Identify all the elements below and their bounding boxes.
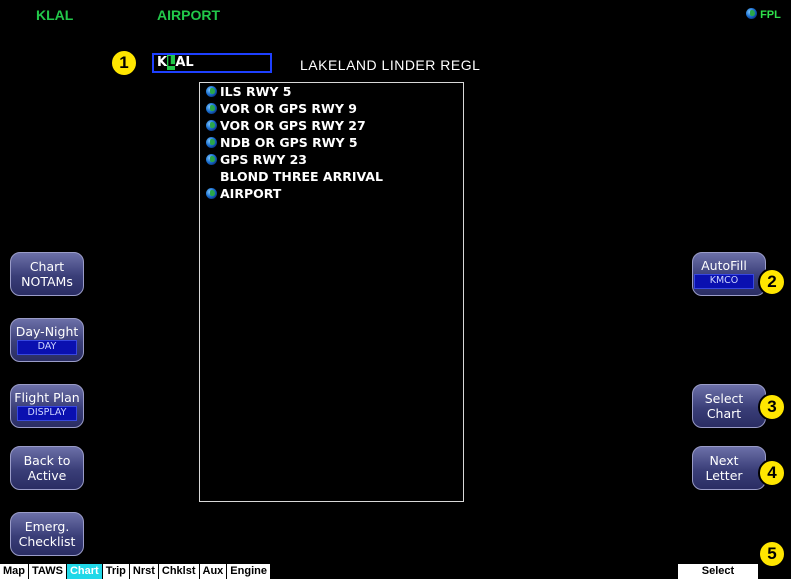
select-status-box: Select [678, 564, 758, 579]
chart-list-item[interactable]: ILS RWY 5 [206, 84, 291, 99]
callout-4: 4 [758, 459, 786, 487]
tab-map[interactable]: Map [0, 564, 29, 579]
globe-icon [206, 120, 217, 131]
chart-list-item[interactable]: BLOND THREE ARRIVAL [206, 169, 383, 184]
autofill-button[interactable]: AutoFill KMCO [692, 252, 766, 296]
chart-list[interactable]: ILS RWY 5 VOR OR GPS RWY 9 VOR OR GPS RW… [199, 82, 464, 502]
fpl-indicator: FPL [746, 8, 781, 21]
chart-list-item[interactable]: VOR OR GPS RWY 27 [206, 118, 366, 133]
chart-list-item[interactable]: NDB OR GPS RWY 5 [206, 135, 358, 150]
page-tab-bar: Map TAWS Chart Trip Nrst Chklst Aux Engi… [0, 564, 271, 579]
header-ident: KLAL [36, 7, 74, 23]
tab-nrst[interactable]: Nrst [129, 564, 159, 579]
callout-2: 2 [758, 268, 786, 296]
airport-identifier-input[interactable]: KLAL [152, 53, 272, 73]
select-chart-button[interactable]: Select Chart [692, 384, 766, 428]
ident-text-before: K [157, 55, 168, 70]
globe-icon [206, 188, 217, 199]
day-night-button[interactable]: Day-Night DAY [10, 318, 84, 362]
tab-trip[interactable]: Trip [102, 564, 130, 579]
tab-chart[interactable]: Chart [66, 564, 103, 579]
globe-icon [206, 137, 217, 148]
next-letter-button[interactable]: Next Letter [692, 446, 766, 490]
back-to-active-button[interactable]: Back to Active [10, 446, 84, 490]
page-title: AIRPORT [157, 7, 220, 23]
flight-plan-button[interactable]: Flight Plan DISPLAY [10, 384, 84, 428]
ident-text-after: AL [175, 55, 194, 70]
chart-list-item[interactable]: AIRPORT [206, 186, 281, 201]
callout-1: 1 [110, 49, 138, 77]
tab-chklst[interactable]: Chklst [158, 564, 200, 579]
chart-notams-button[interactable]: Chart NOTAMs [10, 252, 84, 296]
callout-3: 3 [758, 393, 786, 421]
fpl-label: FPL [760, 9, 781, 21]
tab-aux[interactable]: Aux [199, 564, 228, 579]
globe-icon [206, 86, 217, 97]
mfd-screen: KLAL AIRPORT FPL KLAL LAKELAND LINDER RE… [0, 0, 791, 579]
tab-taws[interactable]: TAWS [29, 564, 67, 579]
globe-icon [746, 8, 757, 19]
callout-5: 5 [758, 540, 786, 568]
emergency-checklist-button[interactable]: Emerg. Checklist [10, 512, 84, 556]
chart-list-item[interactable]: GPS RWY 23 [206, 152, 307, 167]
tab-engine[interactable]: Engine [227, 564, 271, 579]
globe-icon [206, 103, 217, 114]
globe-icon [206, 154, 217, 165]
airport-name: LAKELAND LINDER REGL [300, 57, 481, 73]
chart-list-item[interactable]: VOR OR GPS RWY 9 [206, 101, 357, 116]
